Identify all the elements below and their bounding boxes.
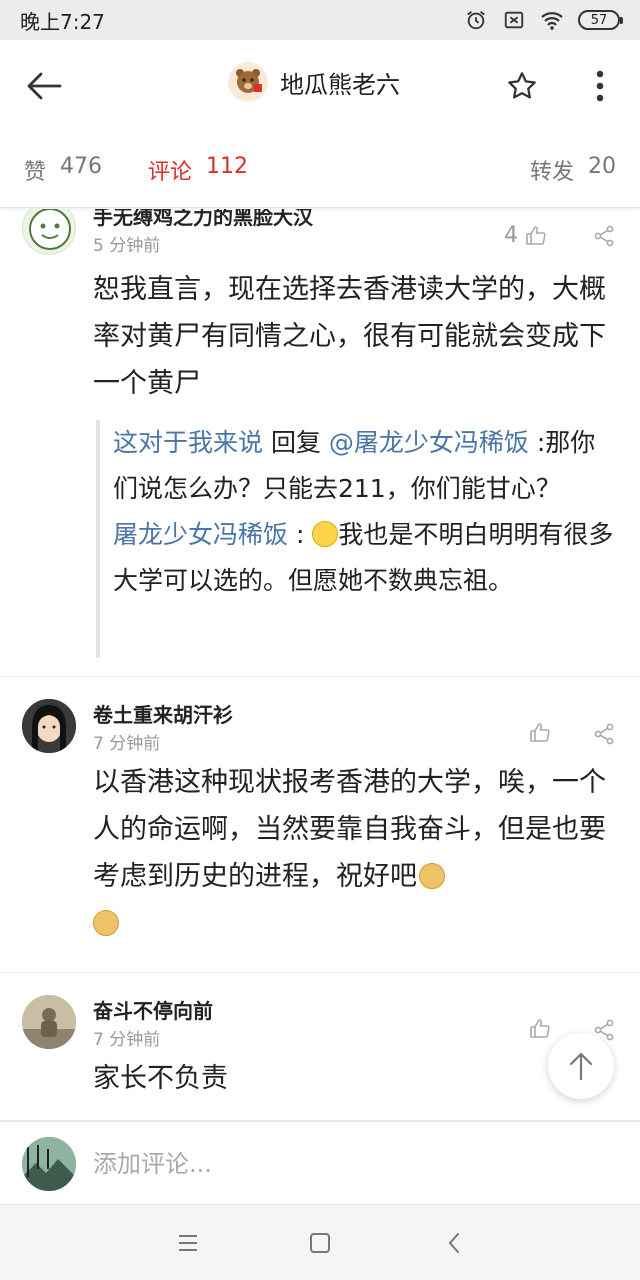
commenter-avatar[interactable] <box>22 995 76 1049</box>
sim-off-icon <box>502 8 526 32</box>
battery-icon: 57 <box>578 10 623 30</box>
commenter-name[interactable]: 奋斗不停向前 <box>93 995 213 1024</box>
commenter-name[interactable]: 手无缚鸡之力的黑脸大汉 <box>93 209 313 230</box>
share-icon[interactable] <box>592 722 616 746</box>
menu-icon <box>179 1235 197 1251</box>
tab-likes[interactable]: 赞 476 <box>24 154 102 186</box>
crying-laughing-emoji-icon <box>312 521 339 547</box>
tab-likes-count: 476 <box>60 154 103 179</box>
reply-author[interactable]: 这对于我来说 <box>113 428 263 457</box>
thumbs-up-icon <box>526 225 546 245</box>
scroll-to-top-button[interactable] <box>548 1033 614 1099</box>
comment-time: 5 分钟前 <box>93 236 161 256</box>
post-author[interactable]: 地瓜熊老六 <box>228 62 400 102</box>
my-avatar <box>22 1137 76 1191</box>
commenter-name[interactable]: 卷土重来胡汗衫 <box>93 699 233 728</box>
comment-time: 7 分钟前 <box>93 734 161 754</box>
reply-colon: : <box>288 520 313 549</box>
comment-time: 7 分钟前 <box>93 1030 161 1050</box>
like-button[interactable] <box>528 1017 552 1041</box>
like-button[interactable] <box>528 721 552 745</box>
comment-item: 手无缚鸡之力的黑脸大汉 5 分钟前 4 恕我直言，现在选择去香港读大学的，大概率… <box>0 209 640 677</box>
comments-screen: 晚上7:27 57 地瓜熊老六 赞 476 评论 112 转发 20 手无缚鸡之… <box>0 0 640 1280</box>
thumbs-up-icon <box>530 1019 550 1038</box>
page-title: 地瓜熊老六 <box>280 70 400 99</box>
comment-list[interactable]: 手无缚鸡之力的黑脸大汉 5 分钟前 4 恕我直言，现在选择去香港读大学的，大概率… <box>0 209 640 1121</box>
status-icons: 57 <box>464 8 623 32</box>
tab-comments[interactable]: 评论 112 <box>148 154 248 186</box>
tab-likes-label: 赞 <box>24 160 47 185</box>
recent-apps-button[interactable] <box>172 1227 204 1259</box>
comment-text-content: 以香港这种现状报考香港的大学，唉，一个人的命运啊，当然要靠自我奋斗，但是也要考虑… <box>93 767 606 892</box>
engagement-tabs: 赞 476 评论 112 转发 20 <box>0 132 640 208</box>
landscape-photo-avatar-icon <box>22 1137 76 1191</box>
home-square-icon <box>310 1233 330 1253</box>
system-back-button[interactable] <box>438 1227 470 1259</box>
more-options-button[interactable] <box>580 64 620 108</box>
arrow-up-icon <box>569 1052 593 1081</box>
comment-input-bar <box>0 1121 640 1203</box>
commenter-avatar[interactable] <box>22 209 76 255</box>
star-icon <box>508 72 536 99</box>
comment-input[interactable] <box>93 1144 593 1184</box>
author-avatar <box>228 62 268 102</box>
wifi-icon <box>540 8 564 32</box>
status-bar: 晚上7:27 57 <box>0 0 640 40</box>
comment-item: 卷土重来胡汗衫 7 分钟前 以香港这种现状报考香港的大学，唉，一个人的命运啊，当… <box>0 677 640 973</box>
back-chevron-icon <box>448 1233 459 1253</box>
like-count: 4 <box>504 223 518 248</box>
share-icon[interactable] <box>592 224 616 248</box>
commenter-avatar[interactable] <box>22 699 76 753</box>
tab-shares[interactable]: 转发 20 <box>530 154 616 186</box>
system-nav-bar <box>0 1204 640 1280</box>
like-button[interactable]: 4 <box>504 223 548 248</box>
reply-author[interactable]: 屠龙少女冯稀饭 <box>113 520 288 549</box>
statue-photo-avatar-icon <box>22 995 76 1049</box>
tab-comments-count: 112 <box>206 154 249 179</box>
reply-mention[interactable]: @屠龙少女冯稀饭 <box>329 428 529 457</box>
tab-shares-count: 20 <box>588 154 616 179</box>
back-button[interactable] <box>22 64 66 108</box>
status-time: 晚上7:27 <box>20 9 105 34</box>
doge-emoji-icon <box>419 863 445 889</box>
home-button[interactable] <box>304 1227 336 1259</box>
tab-comments-label: 评论 <box>148 160 193 185</box>
doge-emoji-icon <box>93 910 119 936</box>
bear-mascot-icon <box>236 69 262 93</box>
battery-level: 57 <box>590 12 608 28</box>
thumbs-up-icon <box>530 723 550 742</box>
reply-keyword: 回复 <box>263 428 329 457</box>
top-app-bar: 地瓜熊老六 <box>0 40 640 132</box>
more-vertical-icon <box>596 70 604 102</box>
reply-item: 这对于我来说 回复 @屠龙少女冯稀饭 :那你们说怎么办？只能去211，你们能甘心… <box>113 420 616 512</box>
cartoon-avatar-icon <box>29 209 71 250</box>
comment-text: 家长不负责 <box>93 1063 228 1094</box>
girl-photo-avatar-icon <box>22 699 76 753</box>
favorite-button[interactable] <box>500 64 544 108</box>
alarm-icon <box>464 8 488 32</box>
tab-shares-label: 转发 <box>529 160 574 185</box>
reply-item: 屠龙少女冯稀饭 : 我也是不明白明明有很多大学可以选的。但愿她不数典忘祖。 <box>113 512 616 604</box>
comment-text: 恕我直言，现在选择去香港读大学的，大概率对黄尸有同情之心，很有可能就会变成下一个… <box>93 274 606 399</box>
back-arrow-icon <box>27 72 62 100</box>
comment-text: 以香港这种现状报考香港的大学，唉，一个人的命运啊，当然要靠自我奋斗，但是也要考虑… <box>93 759 613 947</box>
reply-thread[interactable]: 这对于我来说 回复 @屠龙少女冯稀饭 :那你们说怎么办？只能去211，你们能甘心… <box>96 420 616 658</box>
comment-item: 奋斗不停向前 7 分钟前 家长不负责 <box>0 973 640 1121</box>
